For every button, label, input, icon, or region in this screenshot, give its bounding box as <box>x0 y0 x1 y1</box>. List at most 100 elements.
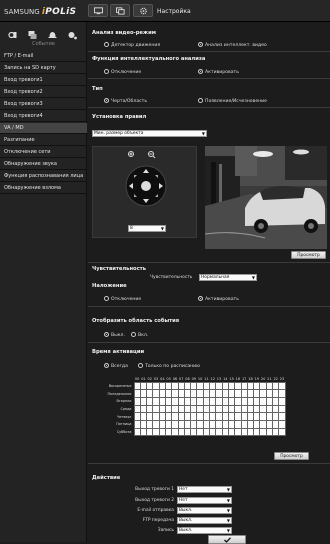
radio-label: Активировать <box>205 297 239 302</box>
divider <box>88 306 330 307</box>
radio-line-area[interactable]: Черта/Область <box>104 98 147 104</box>
day-label: Четверг <box>103 412 134 421</box>
sidebar-section-title: Событие <box>32 41 55 47</box>
email-label: E-mail отправка <box>137 508 174 513</box>
sidebar-item-va-md[interactable]: VA / MD <box>0 123 87 134</box>
radio-label: Черта/Область <box>111 99 148 104</box>
radio-circle-icon <box>104 332 109 337</box>
playback-button[interactable] <box>110 4 130 17</box>
schedule-preview-button[interactable]: Просмотр <box>274 452 309 460</box>
alarm-out-2-select[interactable]: Нет ▼ <box>177 497 232 504</box>
divider <box>88 78 330 79</box>
chevron-down-icon: ▼ <box>201 131 205 136</box>
alarm-out-2-label: Выход тревоги 2 <box>135 498 174 503</box>
day-label: Пятница <box>103 420 134 429</box>
event-bell-icon[interactable] <box>47 30 58 40</box>
schedule-cell[interactable] <box>278 396 286 406</box>
schedule-cell[interactable] <box>278 427 286 437</box>
intel-function-title: Функция интеллектуального анализа <box>92 56 206 62</box>
select-value: 8 <box>130 226 133 231</box>
video-audio-icon[interactable] <box>27 30 38 40</box>
monitor-button[interactable] <box>88 4 108 17</box>
preview-button[interactable]: Просмотр <box>291 251 326 259</box>
radio-appear-disappear[interactable]: Появление/Исчезновение <box>198 98 267 104</box>
schedule-cell[interactable] <box>278 381 286 391</box>
schedule-row: Воскресенье <box>103 381 286 391</box>
radio-display-off[interactable]: Выкл. <box>104 332 125 338</box>
day-label: Вторник <box>103 397 134 406</box>
camera-preview <box>205 146 327 249</box>
radio-label: Появление/Исчезновение <box>205 99 267 104</box>
basic-settings-icon[interactable] <box>7 30 18 40</box>
radio-circle-icon <box>198 296 203 301</box>
select-value: Нормальная <box>201 275 230 280</box>
schedule-cell[interactable] <box>278 419 286 429</box>
ptz-center-icon[interactable] <box>141 181 151 191</box>
sidebar-item-face-detection[interactable]: Функция распознавания лица <box>0 171 87 182</box>
radio-circle-icon <box>104 296 109 301</box>
schedule-cell[interactable] <box>278 389 286 398</box>
radio-label: Отключение <box>111 70 142 75</box>
radio-overlay-off[interactable]: Отключение <box>104 296 141 302</box>
radio-always[interactable]: Всегда <box>104 363 128 369</box>
chevron-down-icon: ▼ <box>226 508 230 513</box>
schedule-row: Вторник <box>103 396 286 406</box>
schedule-cell[interactable] <box>278 412 286 421</box>
zoom-out-icon[interactable] <box>148 151 156 159</box>
rules-title: Установка правил <box>92 114 147 120</box>
settings-button[interactable] <box>133 4 153 17</box>
record-select[interactable]: Выкл. ▼ <box>177 527 232 534</box>
schedule-row: Суббота <box>103 427 286 437</box>
schedule-cell[interactable] <box>278 404 286 414</box>
sidebar-item-alarm-input-1[interactable]: Вход тревоги1 <box>0 75 87 86</box>
record-label: Запись <box>157 528 174 533</box>
sensitivity-title: Чувствительность <box>92 266 146 272</box>
system-icon[interactable] <box>67 30 78 40</box>
ftp-select[interactable]: Выкл. ▼ <box>177 517 232 524</box>
sidebar-item-alarm-input-4[interactable]: Вход тревоги4 <box>0 111 87 122</box>
sidebar-item-audio-detection[interactable]: Обнаружение звука <box>0 159 87 170</box>
radio-scheduled[interactable]: Только по расписанию <box>138 363 200 369</box>
apply-button[interactable] <box>208 535 246 544</box>
chevron-down-icon: ▼ <box>226 518 230 523</box>
radio-label: Вкл. <box>138 333 149 338</box>
radio-circle-icon <box>104 69 109 74</box>
sensitivity-select[interactable]: Нормальная ▼ <box>199 274 257 281</box>
email-select[interactable]: Выкл. ▼ <box>177 507 232 514</box>
sidebar-item-tampering[interactable]: Разгипание <box>0 135 87 146</box>
sidebar-item-network-disconnect[interactable]: Отключение сети <box>0 147 87 158</box>
radio-intel-off[interactable]: Отключение <box>104 69 141 75</box>
zoom-in-icon[interactable] <box>128 151 134 157</box>
chevron-down-icon: ▼ <box>160 226 164 231</box>
select-value: Нет <box>179 487 188 492</box>
sidebar-item-tamper-detection[interactable]: Обнаружение взлома <box>0 183 87 194</box>
radio-label: Детектор движения <box>111 43 161 48</box>
radio-display-on[interactable]: Вкл. <box>131 332 148 338</box>
radio-overlay-on[interactable]: Активировать <box>198 296 239 302</box>
zoom-level-select[interactable]: 8 ▼ <box>128 225 166 232</box>
divider <box>88 262 330 263</box>
divider <box>88 463 330 464</box>
radio-label: Только по расписанию <box>145 364 201 369</box>
radio-intel-on[interactable]: Активировать <box>198 69 239 75</box>
radio-label: Отключение <box>111 297 142 302</box>
sidebar-item-ftp-email[interactable]: FTP / E-mail <box>0 51 87 62</box>
sidebar-item-alarm-input-3[interactable]: Вход тревоги3 <box>0 99 87 110</box>
sidebar-item-sd-record[interactable]: Запись на SD карту <box>0 63 87 74</box>
chevron-down-icon: ▼ <box>251 275 255 280</box>
playback-icon <box>115 6 125 15</box>
select-value: Выкл. <box>179 518 193 523</box>
object-size-select[interactable]: Мин. размер объекта ▼ <box>92 130 207 137</box>
radio-circle-icon <box>104 98 109 103</box>
brand-logo: SAMSUNG iPOLiS <box>4 7 77 17</box>
radio-motion-detection[interactable]: Детектор движения <box>104 42 160 48</box>
schedule-row: Пятница <box>103 419 286 429</box>
alarm-out-1-select[interactable]: Нет ▼ <box>177 486 232 493</box>
sidebar-item-alarm-input-2[interactable]: Вход тревоги2 <box>0 87 87 98</box>
radio-intelligent-video[interactable]: Анализ интеллект. видео <box>198 42 267 48</box>
monitor-icon <box>93 6 103 14</box>
day-label: Суббота <box>103 428 134 436</box>
select-value: Выкл. <box>179 508 193 513</box>
chevron-down-icon: ▼ <box>226 528 230 533</box>
select-value: Нет <box>179 498 188 503</box>
